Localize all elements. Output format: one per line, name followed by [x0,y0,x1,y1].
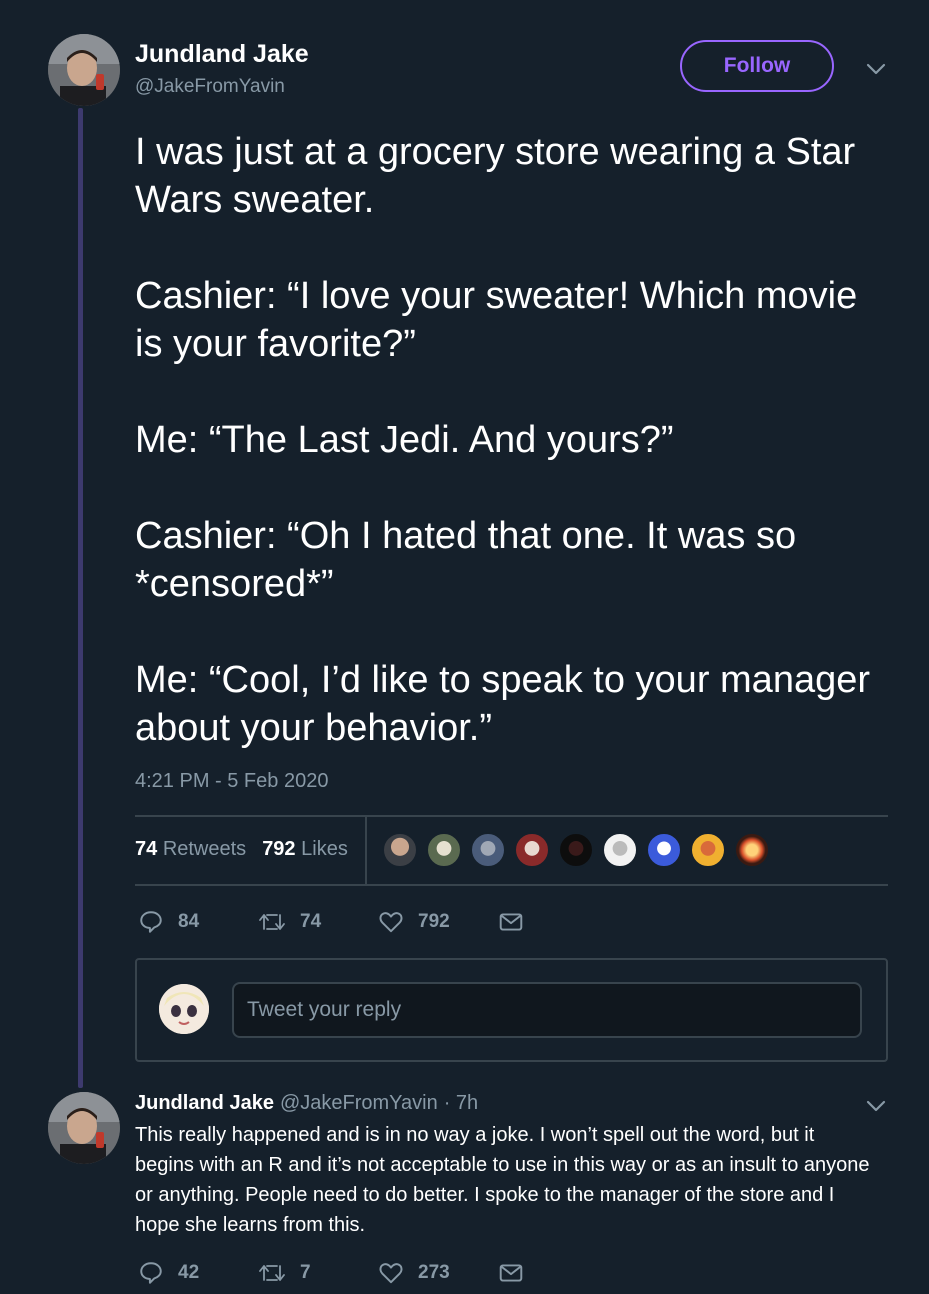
like-action[interactable]: 792 [378,909,450,935]
retweets-count: 74 [135,838,158,860]
reply-action[interactable]: 42 [138,1260,199,1286]
mail-icon [499,913,523,931]
mail-icon [499,1264,523,1282]
reply-count: 84 [178,911,200,932]
reply-action[interactable]: 84 [138,909,199,935]
retweet-count: 74 [300,911,322,932]
divider [135,815,888,817]
chevron-down-icon[interactable] [865,62,887,76]
author-name[interactable]: Jundland Jake [135,40,309,69]
liker-avatar[interactable] [734,832,770,868]
liker-avatars [382,832,770,868]
thread-line [78,108,83,1088]
retweet-count: 7 [300,1262,311,1283]
author-handle[interactable]: @JakeFromYavin [135,76,285,98]
liker-avatar[interactable] [426,832,462,868]
tweet-paragraph: I was just at a grocery store wearing a … [135,131,856,221]
reply-text: This really happened and is in no way a … [135,1124,870,1236]
message-action[interactable] [498,909,524,935]
divider [135,884,888,886]
message-action[interactable] [498,1260,524,1286]
retweets-stat[interactable]: 74 Retweets [135,838,246,861]
author-avatar[interactable] [48,34,120,106]
heart-icon [379,912,403,933]
reply-icon [140,911,162,933]
like-action[interactable]: 273 [378,1260,450,1286]
reply-input[interactable]: Tweet your reply [232,982,862,1038]
reply-author-name[interactable]: Jundland Jake [135,1092,274,1115]
liker-avatar[interactable] [470,832,506,868]
follow-button[interactable]: Follow [680,40,834,92]
tweet-timestamp[interactable]: 4:21 PM - 5 Feb 2020 [135,770,328,793]
avatar-photo [159,984,209,1034]
like-count: 792 [418,911,450,932]
tweet-text: I was just at a grocery store wearing a … [135,128,895,752]
liker-avatar[interactable] [558,832,594,868]
liker-avatar[interactable] [690,832,726,868]
retweet-icon [259,914,285,930]
reply-author-handle[interactable]: @JakeFromYavin [280,1092,438,1115]
liker-avatar[interactable] [646,832,682,868]
reply-time[interactable]: · 7h [444,1092,478,1115]
heart-icon [379,1263,403,1284]
tweet-paragraph: Cashier: “Oh I hated that one. It was so… [135,515,797,605]
like-count: 273 [418,1262,450,1283]
engagement-stats: 74 Retweets 792 Likes [135,838,348,861]
liker-avatar[interactable] [602,832,638,868]
avatar-photo [48,34,120,106]
retweet-action[interactable]: 74 [258,909,321,935]
liker-avatar[interactable] [514,832,550,868]
avatar-photo [48,1092,120,1164]
reply-header: Jundland Jake @JakeFromYavin · 7h [135,1092,478,1115]
reply-icon [140,1262,162,1284]
chevron-down-icon[interactable] [865,1099,887,1113]
current-user-avatar[interactable] [159,984,209,1034]
stats-separator [365,816,367,884]
tweet-paragraph: Cashier: “I love your sweater! Which mov… [135,275,858,365]
likes-count: 792 [262,838,296,860]
tweet-paragraph: Me: “The Last Jedi. And yours?” [135,419,674,461]
reply-author-avatar[interactable] [48,1092,120,1164]
liker-avatar[interactable] [382,832,418,868]
retweet-action[interactable]: 7 [258,1260,311,1286]
likes-stat[interactable]: 792 Likes [262,838,348,861]
reply-count: 42 [178,1262,200,1283]
likes-label: Likes [301,838,348,860]
retweet-icon [259,1265,285,1281]
tweet-paragraph: Me: “Cool, I’d like to speak to your man… [135,659,871,749]
retweets-label: Retweets [162,838,247,860]
